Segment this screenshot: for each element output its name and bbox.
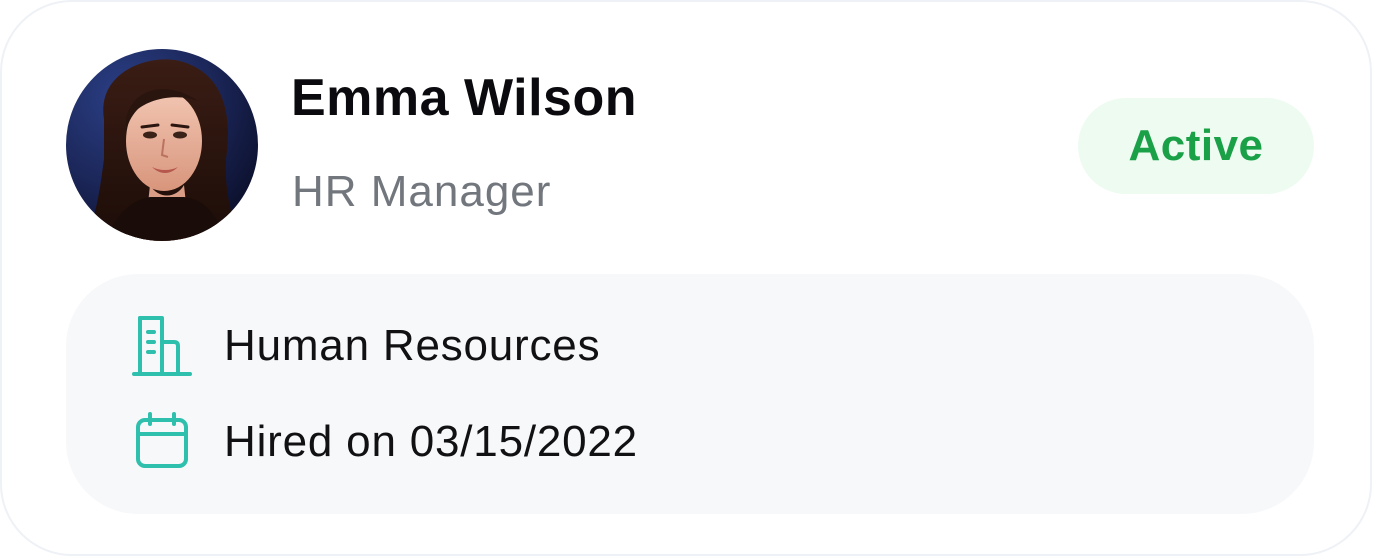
- avatar: [66, 49, 258, 241]
- calendar-icon: [130, 410, 194, 474]
- hire-date-row: Hired on 03/15/2022: [130, 410, 638, 474]
- department-label: Human Resources: [224, 321, 601, 370]
- building-icon: [130, 314, 194, 378]
- status-badge: Active: [1078, 98, 1314, 194]
- employee-card: Emma Wilson HR Manager Active Human Reso…: [0, 0, 1372, 556]
- hire-date-label: Hired on 03/15/2022: [224, 417, 638, 466]
- employee-role: HR Manager: [292, 167, 552, 216]
- details-panel: Human Resources Hired on 03/15/2022: [66, 274, 1314, 514]
- department-row: Human Resources: [130, 314, 600, 378]
- employee-name: Emma Wilson: [291, 69, 637, 127]
